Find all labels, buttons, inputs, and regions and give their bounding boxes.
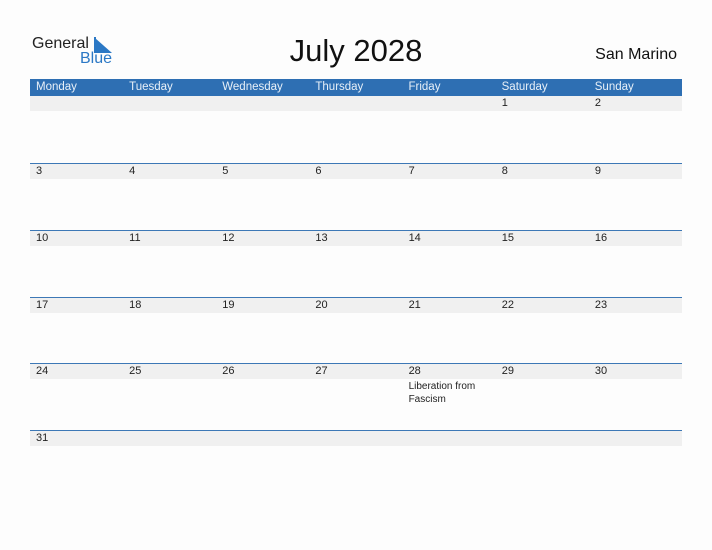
day-cell [496,431,589,491]
day-cell: 17 [30,298,123,358]
weekday-header: Monday Tuesday Wednesday Thursday Friday… [30,79,682,96]
day-cell: 10 [30,231,123,291]
day-cell: 5 [216,164,309,224]
day-cell: 11 [123,231,216,291]
holiday-label: Liberation from Fascism [408,381,476,405]
day-cell: 27 [309,364,402,424]
day-number: 31 [36,432,49,444]
day-cell [403,431,496,491]
weekday-monday: Monday [36,81,77,93]
day-cell: 31 [30,431,123,491]
day-number: 27 [315,365,328,377]
day-number: 21 [408,299,421,311]
day-number: 10 [36,232,49,244]
weekday-sunday: Sunday [594,81,634,93]
day-cell: 1 [496,96,589,156]
day-cell: 23 [589,298,682,358]
day-number: 1 [501,97,508,109]
day-cell: 29 [496,364,589,424]
day-number: 4 [129,165,136,177]
day-cell: 25 [123,364,216,424]
day-number: 11 [129,232,141,244]
day-number: 3 [36,165,43,177]
day-cell: 14 [403,231,496,291]
day-number: 23 [594,299,608,311]
day-number: 29 [501,365,514,377]
day-cell: 12 [216,231,309,291]
day-number: 12 [222,232,235,244]
day-number: 25 [129,365,142,377]
day-number: 8 [501,165,508,177]
day-cell: 6 [309,164,402,224]
day-cell [403,96,496,156]
day-cell: 24 [30,364,123,424]
day-cell: 3 [30,164,123,224]
day-number: 20 [315,299,328,311]
weekday-thursday: Thursday [315,81,364,93]
country-label: San Marino [595,46,677,63]
day-number: 30 [594,365,608,377]
day-cell: 7 [403,164,496,224]
day-cell: 9 [589,164,682,224]
day-cell: 22 [496,298,589,358]
day-number: 18 [129,299,142,311]
day-cell [30,96,123,156]
weekday-friday: Friday [408,81,441,93]
day-cell: 20 [309,298,402,358]
day-cell [309,96,402,156]
day-cell: 30 [589,364,682,424]
day-cell: 21 [403,298,496,358]
day-cell: 19 [216,298,309,358]
day-number: 24 [36,365,49,377]
day-number: 2 [594,97,601,109]
day-number: 28 [408,365,421,377]
day-number: 22 [501,299,514,311]
day-cell [216,431,309,491]
day-cell: 13 [309,231,402,291]
weekday-saturday: Saturday [501,81,548,93]
day-cell: 26 [216,364,309,424]
day-cell: 16 [589,231,682,291]
day-number: 15 [501,232,514,244]
day-cell [123,96,216,156]
day-cell [309,431,402,491]
day-number: 13 [315,232,328,244]
day-number: 5 [222,165,229,177]
day-cell: 4 [123,164,216,224]
day-number: 16 [594,232,608,244]
day-number: 7 [408,165,415,177]
day-number: 14 [408,232,421,244]
day-number: 6 [315,165,322,177]
day-number: 26 [222,365,235,377]
day-cell [123,431,216,491]
day-cell: 8 [496,164,589,224]
day-number: 19 [222,299,235,311]
day-cell: 28 Liberation from Fascism [403,364,496,424]
day-number: 9 [594,165,601,177]
weekday-tuesday: Tuesday [129,81,173,93]
day-cell [589,431,682,491]
day-cell: 15 [496,231,589,291]
day-cell: 18 [123,298,216,358]
day-cell: 2 [589,96,682,156]
day-number: 17 [36,299,49,311]
day-cell [216,96,309,156]
weekday-wednesday: Wednesday [222,81,283,93]
